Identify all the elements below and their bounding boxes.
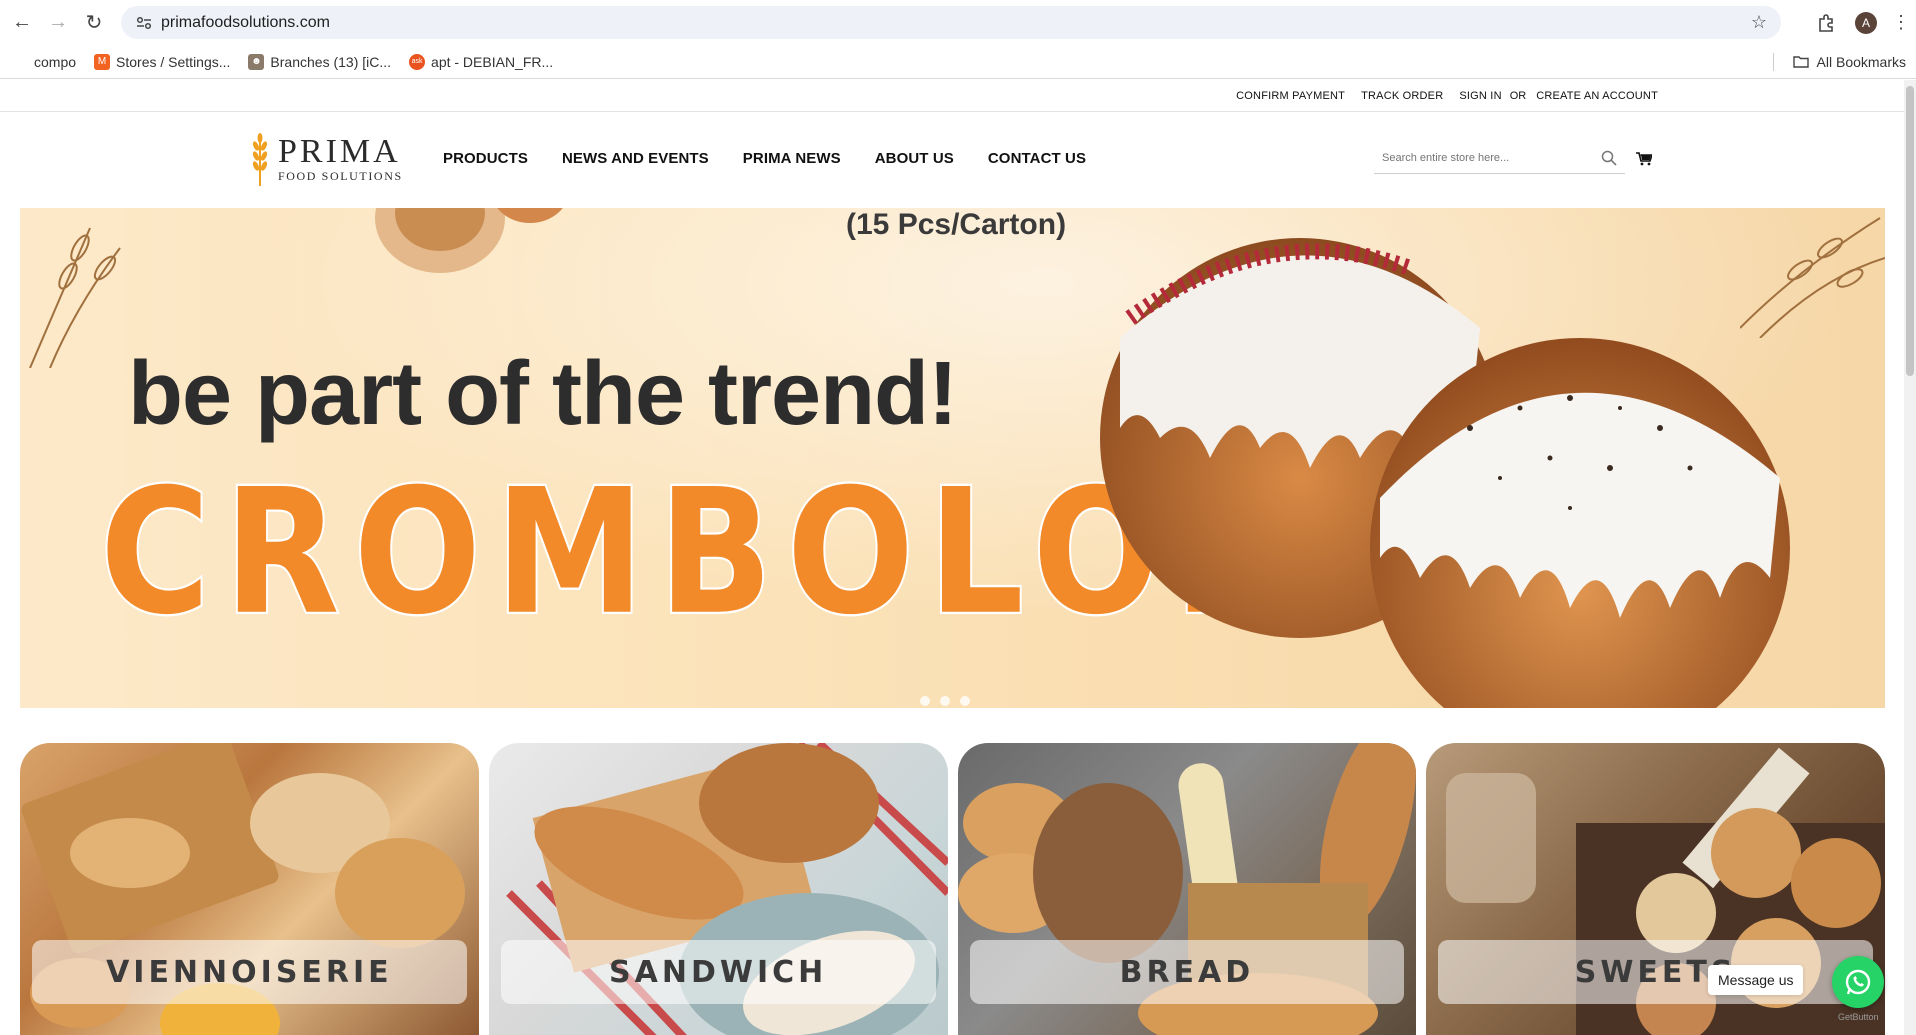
folder-icon (1792, 56, 1809, 68)
browser-toolbar: ← → ↻ primafoodsolutions.com ☆ A ⋮ (0, 0, 1916, 45)
pastry-illustration (375, 208, 563, 273)
create-account-link[interactable]: CREATE AN ACCOUNT (1536, 90, 1658, 102)
forward-icon[interactable]: → (40, 5, 76, 41)
bookmarks-separator (1773, 53, 1774, 71)
site-settings-icon[interactable] (127, 16, 161, 30)
magento-icon: M (94, 53, 111, 70)
hero-tagline: be part of the trend! (128, 344, 958, 444)
category-bread[interactable]: BREAD (957, 743, 1417, 1035)
scrollbar-thumb[interactable] (1906, 86, 1914, 376)
main-navigation: PRODUCTS NEWS AND EVENTS PRIMA NEWS ABOU… (443, 150, 1120, 167)
category-label: BREAD (969, 940, 1405, 1004)
carousel-dot[interactable] (960, 696, 970, 706)
site-header: PRIMA FOOD SOLUTIONS PRODUCTS NEWS AND E… (0, 112, 1904, 207)
or-label: OR (1509, 89, 1527, 102)
whatsapp-icon (1845, 969, 1871, 995)
logo-subtitle: FOOD SOLUTIONS (278, 168, 403, 183)
bookmark-branches[interactable]: ☻ Branches (13) [iC... (248, 53, 391, 70)
web-page: CONFIRM PAYMENT TRACK ORDER SIGN IN OR C… (0, 80, 1904, 1035)
all-bookmarks[interactable]: All Bookmarks (1792, 54, 1906, 70)
hero-banner[interactable]: (15 Pcs/Carton) be part of the trend! CR… (20, 208, 1885, 708)
bookmark-compo[interactable]: compo (34, 54, 76, 70)
hero-pcs-text: (15 Pcs/Carton) (846, 208, 1067, 241)
category-label: SWEETS (1438, 940, 1873, 1004)
prima-logo[interactable]: PRIMA FOOD SOLUTIONS (251, 132, 403, 186)
cart-icon[interactable] (1636, 152, 1652, 166)
bookmarks-bar: compo M Stores / Settings... ☻ Branches … (0, 45, 1916, 79)
whatsapp-button[interactable] (1832, 956, 1884, 1008)
wheat-sketch-icon (29, 227, 121, 368)
browser-menu-icon[interactable]: ⋮ (1886, 12, 1916, 33)
whatsapp-message-label[interactable]: Message us (1708, 965, 1804, 995)
category-label: SANDWICH (500, 940, 936, 1004)
nav-products[interactable]: PRODUCTS (443, 150, 528, 167)
reload-icon[interactable]: ↻ (76, 5, 112, 41)
nav-news-and-events[interactable]: NEWS AND EVENTS (562, 150, 709, 167)
nav-about-us[interactable]: ABOUT US (875, 150, 954, 167)
bookmark-apt-debian[interactable]: ask apt - DEBIAN_FR... (409, 53, 553, 70)
bookmark-stores-settings[interactable]: M Stores / Settings... (94, 53, 230, 70)
nav-prima-news[interactable]: PRIMA NEWS (743, 150, 841, 167)
confirm-payment-link[interactable]: CONFIRM PAYMENT (1236, 90, 1345, 102)
logo-title: PRIMA (278, 132, 401, 170)
getbutton-credit[interactable]: GetButton (1838, 1012, 1879, 1022)
wheat-icon (252, 133, 268, 186)
address-bar[interactable]: primafoodsolutions.com ☆ (121, 6, 1781, 39)
page-scrollbar[interactable] (1904, 80, 1916, 1035)
category-viennoiserie[interactable]: VIENNOISERIE (20, 743, 479, 1035)
carousel-dots (920, 696, 970, 706)
category-sandwich[interactable]: SANDWICH (488, 743, 948, 1035)
search-icon[interactable] (1601, 150, 1617, 166)
category-tiles: VIENNOISERIE SANDWICH BREAD SWEETS (20, 743, 1885, 1035)
nav-contact-us[interactable]: CONTACT US (988, 150, 1086, 167)
ask-icon: ask (409, 53, 426, 70)
carousel-dot[interactable] (920, 696, 930, 706)
category-sweets[interactable]: SWEETS (1426, 743, 1885, 1035)
account-links-bar: CONFIRM PAYMENT TRACK ORDER SIGN IN OR C… (0, 80, 1904, 112)
person-icon: ☻ (248, 53, 265, 70)
back-icon[interactable]: ← (4, 5, 40, 41)
search-input[interactable] (1374, 151, 1584, 164)
bookmark-star-icon[interactable]: ☆ (1751, 12, 1767, 33)
store-search (1374, 142, 1625, 174)
sign-in-link[interactable]: SIGN IN (1459, 90, 1501, 102)
extensions-icon[interactable] (1806, 13, 1846, 32)
carousel-dot[interactable] (940, 696, 950, 706)
profile-avatar[interactable]: A (1855, 11, 1877, 34)
cromboloni-image (1100, 238, 1790, 708)
category-label: VIENNOISERIE (32, 940, 467, 1004)
url-text[interactable]: primafoodsolutions.com (161, 14, 330, 32)
track-order-link[interactable]: TRACK ORDER (1361, 90, 1443, 102)
